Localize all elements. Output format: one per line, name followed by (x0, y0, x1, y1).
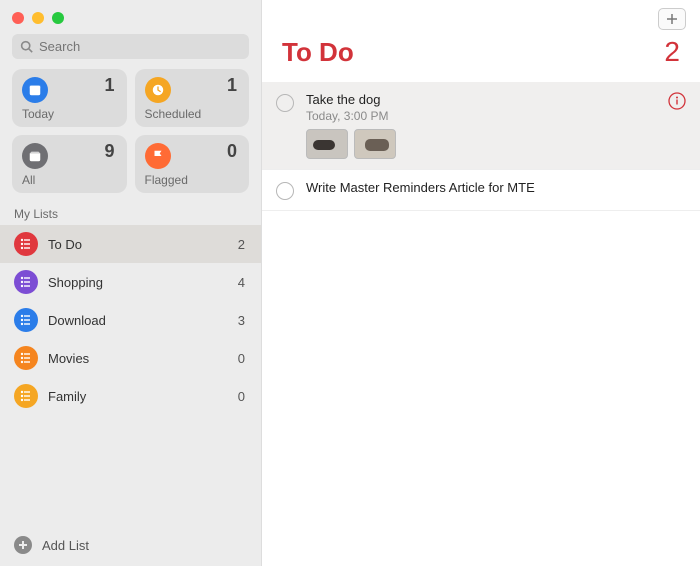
list-count: 0 (238, 351, 247, 366)
smart-label: Today (22, 107, 54, 121)
list-count: 2 (664, 36, 680, 68)
main-pane: To Do 2 Take the dog Today, 3:00 PM Write … (262, 0, 700, 566)
window-controls (0, 0, 261, 34)
smart-count: 0 (227, 141, 237, 162)
maximize-window-button[interactable] (52, 12, 64, 24)
toolbar (262, 0, 700, 30)
list-count: 2 (238, 237, 247, 252)
reminder-item[interactable]: Take the dog Today, 3:00 PM (262, 82, 700, 170)
list-row-shopping[interactable]: Shopping 4 (0, 263, 261, 301)
attachment-thumbnail[interactable] (354, 129, 396, 159)
smart-count: 9 (104, 141, 114, 162)
minimize-window-button[interactable] (32, 12, 44, 24)
scheduled-icon (145, 77, 171, 103)
all-icon (22, 143, 48, 169)
add-reminder-button[interactable] (658, 8, 686, 30)
my-lists: To Do 2 Shopping 4 Download 3 Movies 0 Family 0 (0, 225, 261, 524)
list-name: Download (48, 313, 228, 328)
reminder-items: Take the dog Today, 3:00 PM Write Master R… (262, 82, 700, 566)
search-input-wrapper[interactable] (12, 34, 249, 59)
smart-lists-grid: 1 Today 1 Scheduled 9 All 0 Flagged (0, 69, 261, 203)
list-icon (14, 346, 38, 370)
close-window-button[interactable] (12, 12, 24, 24)
reminder-item[interactable]: Write Master Reminders Article for MTE (262, 170, 700, 211)
list-name: Movies (48, 351, 228, 366)
add-list-button[interactable]: Add List (0, 524, 261, 566)
list-row-family[interactable]: Family 0 (0, 377, 261, 415)
complete-checkbox[interactable] (276, 182, 294, 200)
search-icon (20, 40, 33, 53)
list-name: To Do (48, 237, 228, 252)
reminder-title: Take the dog (306, 92, 684, 107)
sidebar: 1 Today 1 Scheduled 9 All 0 Flagged My Lists To… (0, 0, 262, 566)
list-name: Family (48, 389, 228, 404)
search-input[interactable] (39, 39, 241, 54)
smart-list-scheduled[interactable]: 1 Scheduled (135, 69, 250, 127)
smart-list-today[interactable]: 1 Today (12, 69, 127, 127)
list-icon (14, 232, 38, 256)
list-title: To Do (282, 37, 354, 68)
attachment-thumbnails (306, 129, 684, 159)
smart-label: All (22, 173, 35, 187)
list-row-movies[interactable]: Movies 0 (0, 339, 261, 377)
reminder-title: Write Master Reminders Article for MTE (306, 180, 684, 195)
add-list-label: Add List (42, 538, 89, 553)
list-count: 4 (238, 275, 247, 290)
list-row-to-do[interactable]: To Do 2 (0, 225, 261, 263)
smart-list-all[interactable]: 9 All (12, 135, 127, 193)
list-name: Shopping (48, 275, 228, 290)
plus-icon (14, 536, 32, 554)
my-lists-header: My Lists (0, 203, 261, 225)
reminder-time: Today, 3:00 PM (306, 109, 684, 123)
smart-count: 1 (104, 75, 114, 96)
list-icon (14, 384, 38, 408)
smart-label: Flagged (145, 173, 188, 187)
list-icon (14, 270, 38, 294)
title-row: To Do 2 (262, 30, 700, 82)
attachment-thumbnail[interactable] (306, 129, 348, 159)
list-row-download[interactable]: Download 3 (0, 301, 261, 339)
smart-count: 1 (227, 75, 237, 96)
today-icon (22, 77, 48, 103)
info-icon[interactable] (668, 92, 686, 110)
smart-list-flagged[interactable]: 0 Flagged (135, 135, 250, 193)
complete-checkbox[interactable] (276, 94, 294, 112)
smart-label: Scheduled (145, 107, 202, 121)
list-count: 0 (238, 389, 247, 404)
list-icon (14, 308, 38, 332)
list-count: 3 (238, 313, 247, 328)
flagged-icon (145, 143, 171, 169)
